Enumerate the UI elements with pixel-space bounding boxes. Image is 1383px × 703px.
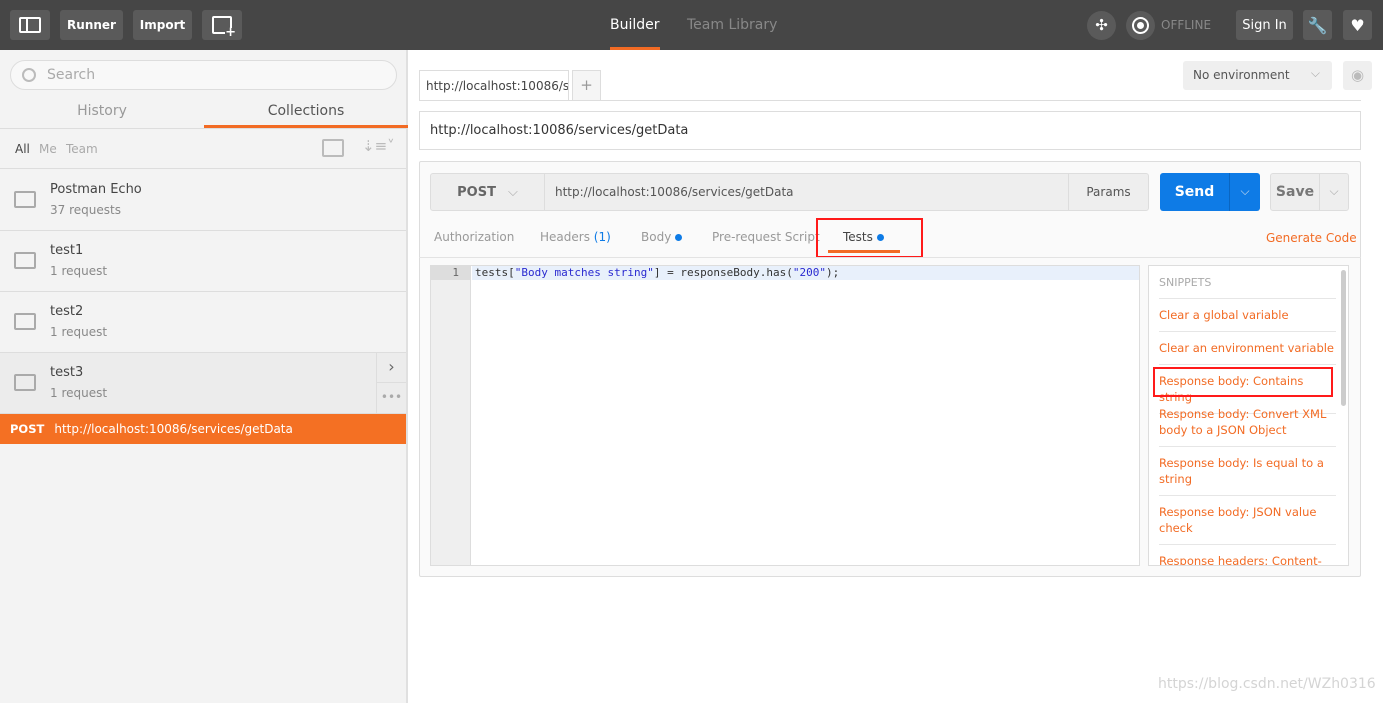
folder-icon bbox=[14, 313, 36, 330]
line-gutter bbox=[431, 266, 471, 565]
filter-bar: All Me Team ⇣≡˅ bbox=[0, 128, 406, 169]
send-button[interactable]: Send bbox=[1160, 173, 1229, 211]
tab-history[interactable]: History bbox=[0, 100, 204, 128]
chevron-down-icon: ⌵ bbox=[507, 184, 518, 200]
collection-count: 1 request bbox=[50, 264, 108, 278]
collection-item[interactable]: Postman Echo 37 requests bbox=[0, 170, 406, 231]
snippets-scrollbar[interactable] bbox=[1341, 270, 1346, 406]
settings-wrench-icon[interactable]: 🔧 bbox=[1303, 10, 1332, 40]
environment-select[interactable]: No environment ⌵ bbox=[1183, 61, 1332, 90]
filter-team[interactable]: Team bbox=[66, 142, 98, 156]
new-window-icon: + bbox=[212, 16, 236, 39]
eye-icon[interactable]: ◉ bbox=[1343, 61, 1372, 90]
tab-body[interactable]: Body bbox=[641, 230, 683, 244]
collection-name: Postman Echo bbox=[50, 182, 142, 197]
search-icon bbox=[22, 68, 36, 82]
tab-collections[interactable]: Collections bbox=[204, 100, 408, 128]
selected-request[interactable]: POST http://localhost:10086/services/get… bbox=[0, 414, 406, 444]
collection-name: test3 bbox=[50, 365, 84, 380]
chevron-right-icon[interactable]: › bbox=[376, 353, 406, 383]
tab-pre-request-script[interactable]: Pre-request Script bbox=[712, 230, 820, 244]
headers-label: Headers bbox=[540, 230, 590, 244]
collection-count: 1 request bbox=[50, 386, 108, 400]
runner-button[interactable]: Runner bbox=[60, 10, 123, 40]
tab-authorization[interactable]: Authorization bbox=[434, 230, 514, 244]
collection-name: test2 bbox=[50, 304, 84, 319]
code-editor[interactable]: 1 tests["Body matches string"] = respons… bbox=[430, 265, 1140, 566]
collection-item[interactable]: test2 1 request bbox=[0, 292, 406, 353]
code-string: "200" bbox=[792, 266, 827, 279]
code-token: ); bbox=[826, 266, 840, 279]
sync-icon[interactable] bbox=[1126, 11, 1155, 40]
snippet-item[interactable]: Response headers: Content- bbox=[1159, 545, 1336, 565]
chevron-down-icon: ⌵ bbox=[1310, 66, 1320, 80]
code-string: "Body matches string" bbox=[514, 266, 654, 279]
headers-count: (1) bbox=[593, 230, 611, 244]
request-title[interactable]: http://localhost:10086/services/getData bbox=[419, 111, 1361, 150]
request-method: POST bbox=[10, 422, 45, 436]
collection-count: 1 request bbox=[50, 325, 108, 339]
new-collection-icon[interactable] bbox=[322, 139, 344, 157]
folder-icon bbox=[14, 191, 36, 208]
save-button[interactable]: Save bbox=[1270, 173, 1320, 211]
filter-me[interactable]: Me bbox=[39, 142, 57, 156]
snippet-item[interactable]: Clear a global variable bbox=[1159, 299, 1336, 332]
watermark: https://blog.csdn.net/WZh0316 bbox=[1158, 676, 1376, 692]
tab-headers[interactable]: Headers (1) bbox=[540, 230, 611, 244]
collection-item[interactable]: test3 1 request › ••• bbox=[0, 353, 406, 414]
offline-status: OFFLINE bbox=[1161, 18, 1212, 32]
add-tab-button[interactable]: + bbox=[572, 70, 601, 101]
folder-icon bbox=[14, 374, 36, 391]
save-dropdown-chevron-icon[interactable]: ⌵ bbox=[1319, 173, 1349, 211]
url-input[interactable]: http://localhost:10086/services/getData bbox=[545, 173, 1069, 211]
code-line: tests["Body matches string"] = responseB… bbox=[472, 266, 1139, 280]
tab-divider bbox=[419, 100, 1361, 101]
sidebar-toggle-button[interactable] bbox=[10, 10, 50, 40]
divider bbox=[419, 257, 1361, 258]
body-label: Body bbox=[641, 230, 672, 244]
sort-icon[interactable]: ⇣≡˅ bbox=[362, 137, 395, 155]
snippet-item[interactable]: Clear an environment variable bbox=[1159, 332, 1336, 365]
request-url: http://localhost:10086/services/getData bbox=[54, 422, 293, 436]
snippets-header: SNIPPETS bbox=[1159, 266, 1336, 299]
highlight-box-snippet bbox=[1153, 367, 1333, 397]
folder-icon bbox=[14, 252, 36, 269]
params-button[interactable]: Params bbox=[1068, 173, 1149, 211]
send-dropdown-chevron-icon[interactable]: ⌵ bbox=[1229, 173, 1260, 211]
collection-count: 37 requests bbox=[50, 203, 121, 217]
filter-all[interactable]: All bbox=[15, 142, 30, 156]
snippet-item[interactable]: Response body: Is equal to a string bbox=[1159, 447, 1336, 496]
snippet-item[interactable]: Response body: JSON value check bbox=[1159, 496, 1336, 545]
generate-code-link[interactable]: Generate Code bbox=[1266, 231, 1357, 245]
top-bar: Runner Import + Builder Team Library ✣ O… bbox=[0, 0, 1383, 50]
heart-icon[interactable]: ♥ bbox=[1343, 10, 1372, 40]
collection-item[interactable]: test1 1 request bbox=[0, 231, 406, 292]
collection-name: test1 bbox=[50, 243, 84, 258]
environment-label: No environment bbox=[1193, 68, 1290, 82]
import-button[interactable]: Import bbox=[133, 10, 192, 40]
sidebar-icon bbox=[19, 17, 41, 33]
more-icon[interactable]: ••• bbox=[376, 383, 406, 414]
new-window-button[interactable]: + bbox=[202, 10, 242, 40]
tab-team-library[interactable]: Team Library bbox=[687, 0, 777, 50]
body-indicator-dot bbox=[675, 234, 683, 241]
code-token: tests[ bbox=[475, 266, 515, 279]
snippets-panel: SNIPPETS Clear a global variable Clear a… bbox=[1148, 265, 1349, 566]
snippet-item[interactable]: Response body: Convert XML body to a JSO… bbox=[1159, 398, 1336, 447]
search-input[interactable]: Search bbox=[10, 60, 397, 90]
code-token: ] = responseBody.has( bbox=[653, 266, 793, 279]
line-number: 1 bbox=[431, 266, 471, 280]
tab-builder[interactable]: Builder bbox=[610, 0, 660, 50]
highlight-box-tests bbox=[816, 218, 923, 258]
interceptor-icon[interactable]: ✣ bbox=[1087, 11, 1116, 40]
request-tab[interactable]: http://localhost:10086/s bbox=[419, 70, 569, 101]
method-label: POST bbox=[457, 184, 496, 200]
sidebar: Search History Collections All Me Team ⇣… bbox=[0, 50, 408, 703]
method-select[interactable]: POST ⌵ bbox=[430, 173, 545, 211]
sign-in-button[interactable]: Sign In bbox=[1236, 10, 1293, 40]
